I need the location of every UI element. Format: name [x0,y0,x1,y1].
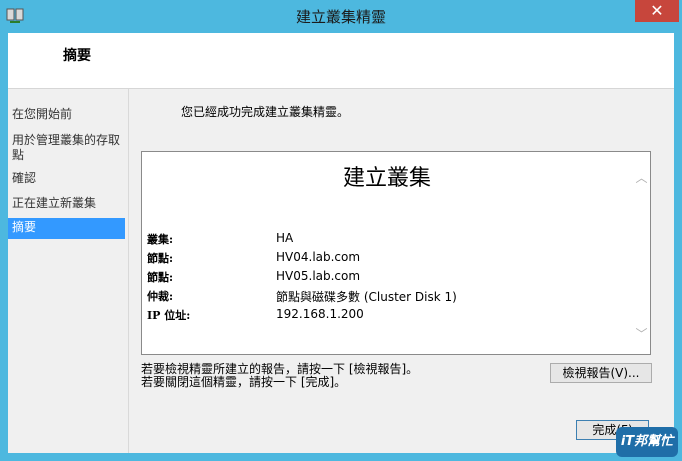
report-title: 建立叢集 [342,166,431,191]
success-message: 您已經成功完成建立叢集精靈。 [181,105,350,119]
report-panel[interactable]: 建立叢集 叢集: HA 節點: HV04.lab.com 節點: HV05.la… [141,151,651,355]
watermark-logo: iT邦幫忙 [616,427,678,457]
main-content: 您已經成功完成建立叢集精靈。 建立叢集 叢集: HA 節點: HV04.lab.… [129,89,674,453]
nav-item-access-point[interactable]: 用於管理叢集的存取點 [8,131,125,165]
ip-address-label: IP 位址: [147,309,191,322]
vertical-scrollbar[interactable]: ︿ ﹀ [633,152,650,354]
quorum-value: 節點與磁碟多數 (Cluster Disk 1) [276,290,457,304]
nav-item-summary[interactable]: 摘要 [8,218,125,239]
nav-item-confirmation[interactable]: 確認 [8,169,125,188]
view-report-button[interactable]: 檢視報告(V)... [550,363,652,383]
close-button[interactable]: ✕ [635,0,679,22]
hint-text: 若要檢視精靈所建立的報告，請按一下 [檢視報告]。 若要關閉這個精靈，請按一下 … [141,363,418,389]
node-value: HV05.lab.com [276,269,361,283]
scroll-down-icon[interactable]: ﹀ [635,328,648,340]
node-value: HV04.lab.com [276,250,361,264]
wizard-body: 在您開始前 用於管理叢集的存取點 確認 正在建立新叢集 摘要 您已經成功完成建立… [8,89,674,453]
wizard-window: 建立叢集精靈 ✕ 摘要 在您開始前 用於管理叢集的存取點 確認 正在建立新叢集 … [0,0,682,461]
node-label: 節點: [147,271,174,284]
title-bar[interactable]: 建立叢集精靈 ✕ [0,0,682,33]
hint-finish: 若要關閉這個精靈，請按一下 [完成]。 [141,375,347,389]
scroll-up-icon[interactable]: ︿ [635,172,648,184]
nav-item-before-you-begin[interactable]: 在您開始前 [8,105,125,124]
cluster-label: 叢集: [147,233,174,246]
nav-item-creating-cluster[interactable]: 正在建立新叢集 [8,194,125,213]
window-title: 建立叢集精靈 [295,8,386,26]
step-navigation: 在您開始前 用於管理叢集的存取點 確認 正在建立新叢集 摘要 [8,89,129,453]
ip-address-value: 192.168.1.200 [276,307,364,321]
wizard-header: 摘要 [8,33,674,89]
quorum-label: 仲裁: [147,290,174,303]
cluster-value: HA [276,231,294,245]
node-label: 節點: [147,252,174,265]
page-title: 摘要 [63,48,91,64]
